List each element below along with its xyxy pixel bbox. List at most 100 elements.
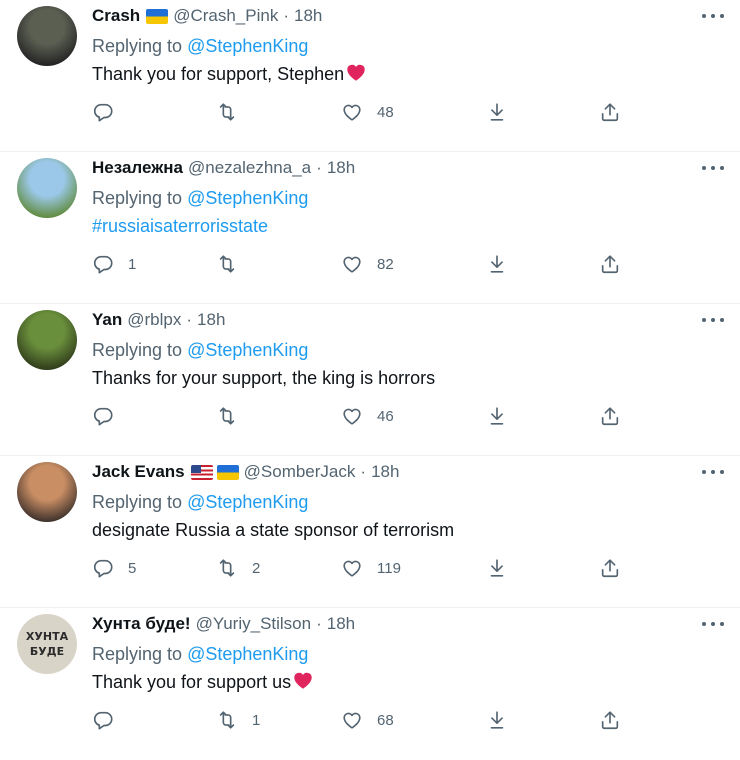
reply-button[interactable]: [92, 96, 114, 128]
avatar[interactable]: ХУНТА БУДЕ: [17, 614, 77, 674]
retweet-icon: [219, 255, 235, 273]
like-button[interactable]: 119: [341, 552, 401, 584]
tweet-text-line: Thanks for your support, the king is hor…: [92, 364, 724, 392]
timestamp[interactable]: 18h: [327, 614, 355, 634]
more-horizontal-icon[interactable]: [702, 312, 724, 328]
reply-count: 5: [128, 559, 137, 577]
display-name[interactable]: Yan: [92, 310, 122, 330]
user-handle[interactable]: @SomberJack: [244, 462, 356, 482]
tweet-header: Jack Evans @SomberJack · 18h: [92, 456, 724, 488]
download-button[interactable]: [486, 96, 508, 128]
share-button[interactable]: [599, 704, 621, 736]
replying-to-line: Replying to @StephenKing: [92, 32, 724, 60]
download-button[interactable]: [486, 704, 508, 736]
timestamp[interactable]: 18h: [197, 310, 225, 330]
mention-link[interactable]: @StephenKing: [187, 36, 308, 56]
retweet-button[interactable]: 2: [216, 552, 260, 584]
avatar[interactable]: [17, 462, 77, 522]
avatar[interactable]: [17, 158, 77, 218]
download-button[interactable]: [486, 248, 508, 280]
avatar[interactable]: [17, 6, 77, 66]
reply-tweet[interactable]: Crash @Crash_Pink · 18h Replying to @Ste…: [0, 0, 740, 152]
reply-tweet[interactable]: Jack Evans @SomberJack · 18h Replying to…: [0, 456, 740, 608]
share-icon: [601, 559, 619, 578]
heart-icon: [343, 104, 361, 121]
replying-to-label: Replying to: [92, 340, 183, 360]
share-button[interactable]: [599, 96, 621, 128]
action-bar: 1 68: [92, 704, 724, 736]
reply-button[interactable]: [92, 704, 114, 736]
tweet-header: Хунта буде! @Yuriy_Stilson · 18h: [92, 608, 724, 640]
reply-icon: [93, 407, 113, 426]
separator-dot: ·: [316, 614, 322, 633]
user-handle[interactable]: @rblpx: [127, 310, 181, 330]
tweet-header: Crash @Crash_Pink · 18h: [92, 0, 724, 32]
download-button[interactable]: [486, 400, 508, 432]
reply-tweet[interactable]: Yan @rblpx · 18h Replying to @StephenKin…: [0, 304, 740, 456]
replying-to-label: Replying to: [92, 188, 183, 208]
reply-tweet[interactable]: Незалежна @nezalezhna_a · 18h Replying t…: [0, 152, 740, 304]
tweet-text-line: Thank you for support, Stephen: [92, 60, 724, 88]
timestamp[interactable]: 18h: [327, 158, 355, 178]
mention-link[interactable]: @StephenKing: [187, 340, 308, 360]
red-heart-emoji: [294, 672, 312, 689]
display-name[interactable]: Хунта буде!: [92, 614, 191, 634]
more-horizontal-icon[interactable]: [702, 616, 724, 632]
user-handle[interactable]: @Yuriy_Stilson: [196, 614, 312, 634]
retweet-button[interactable]: [216, 96, 238, 128]
like-button[interactable]: 46: [341, 400, 394, 432]
display-name[interactable]: Незалежна: [92, 158, 183, 178]
reply-button[interactable]: 1: [92, 248, 136, 280]
name-flags: [146, 8, 169, 24]
usa-flag-icon: [190, 464, 213, 480]
tweet-text-line: #russiaisaterrorisstate: [92, 212, 724, 240]
retweet-button[interactable]: [216, 400, 238, 432]
heart-icon: [343, 560, 361, 577]
more-horizontal-icon[interactable]: [702, 160, 724, 176]
avatar[interactable]: [17, 310, 77, 370]
replies-timeline: Crash @Crash_Pink · 18h Replying to @Ste…: [0, 0, 740, 760]
display-name[interactable]: Jack Evans: [92, 462, 185, 482]
heart-icon: [343, 712, 361, 729]
tweet-header: Незалежна @nezalezhna_a · 18h: [92, 152, 724, 184]
mention-link[interactable]: @StephenKing: [187, 492, 308, 512]
reply-button[interactable]: [92, 400, 114, 432]
retweet-button[interactable]: [216, 248, 238, 280]
like-count: 48: [377, 103, 394, 121]
like-button[interactable]: 82: [341, 248, 394, 280]
reply-tweet[interactable]: ХУНТА БУДЕ Хунта буде! @Yuriy_Stilson · 1…: [0, 608, 740, 760]
retweet-icon: [219, 711, 235, 729]
reply-button[interactable]: 5: [92, 552, 136, 584]
user-handle[interactable]: @Crash_Pink: [173, 6, 278, 26]
share-button[interactable]: [599, 400, 621, 432]
download-icon: [490, 559, 504, 577]
display-name[interactable]: Crash: [92, 6, 140, 26]
mention-link[interactable]: @StephenKing: [187, 644, 308, 664]
more-horizontal-icon[interactable]: [702, 8, 724, 24]
like-count: 119: [377, 559, 401, 577]
tweet-body: Хунта буде! @Yuriy_Stilson · 18h Replyin…: [92, 608, 724, 730]
replying-to-label: Replying to: [92, 492, 183, 512]
share-icon: [601, 103, 619, 122]
name-flags: [190, 464, 239, 480]
like-button[interactable]: 68: [341, 704, 394, 736]
like-button[interactable]: 48: [341, 96, 394, 128]
user-handle[interactable]: @nezalezhna_a: [188, 158, 311, 178]
retweet-icon: [219, 407, 235, 425]
download-icon: [490, 255, 504, 273]
more-horizontal-icon[interactable]: [702, 464, 724, 480]
mention-link[interactable]: @StephenKing: [187, 188, 308, 208]
download-button[interactable]: [486, 552, 508, 584]
replying-to-label: Replying to: [92, 644, 183, 664]
tweet-text: Thank you for support us: [92, 672, 292, 692]
like-count: 68: [377, 711, 394, 729]
timestamp[interactable]: 18h: [371, 462, 399, 482]
replying-to-line: Replying to @StephenKing: [92, 640, 724, 668]
timestamp[interactable]: 18h: [294, 6, 322, 26]
retweet-button[interactable]: 1: [216, 704, 260, 736]
share-button[interactable]: [599, 248, 621, 280]
avatar-text: БУДЕ: [29, 645, 65, 658]
share-button[interactable]: [599, 552, 621, 584]
retweet-icon: [219, 559, 235, 577]
replying-to-line: Replying to @StephenKing: [92, 336, 724, 364]
